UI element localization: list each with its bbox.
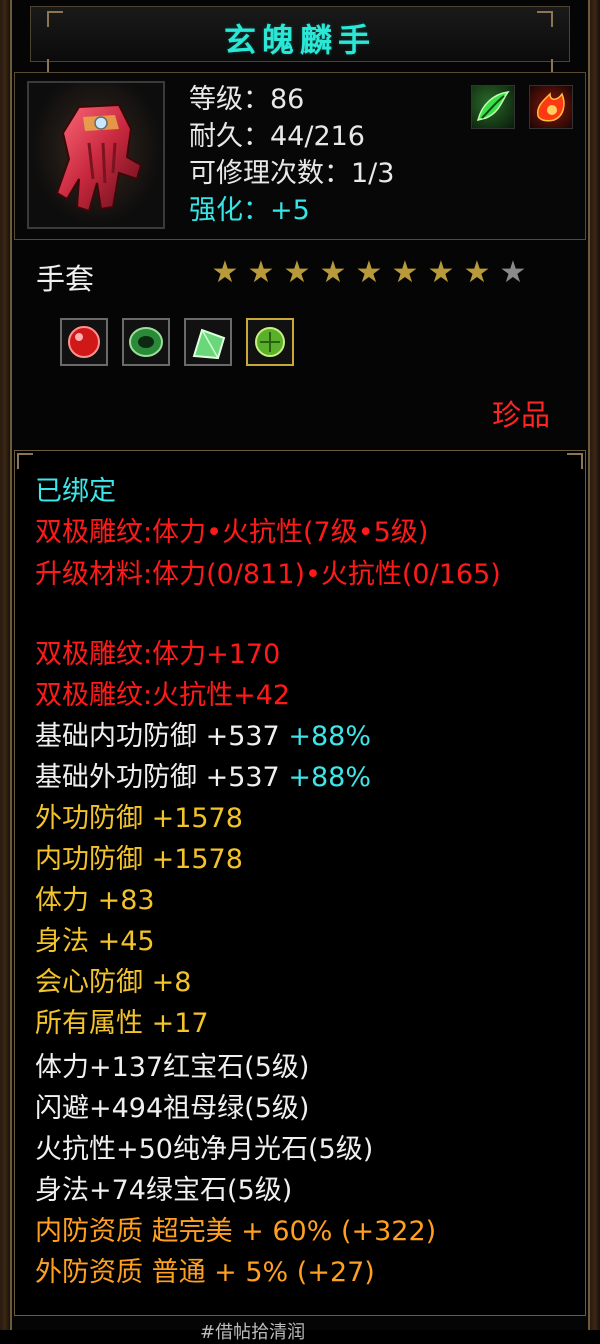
ruby-shape	[68, 326, 100, 358]
rarity-label: 珍品	[491, 398, 550, 432]
item-type: 手套	[36, 262, 95, 296]
carving-line: 双极雕纹:体力+170	[35, 639, 281, 670]
attribute-panel: 已绑定 双极雕纹:体力•火抗性(7级•5级) 升级材料:体力(0/811)•火抗…	[14, 450, 586, 1316]
star-filled-icon: ★	[391, 255, 419, 290]
left-border	[0, 0, 10, 1330]
repair-count-stat: 可修理次数：1/3	[189, 158, 395, 189]
all-attr-line: 所有属性 +17	[35, 1008, 209, 1039]
gem-bonus-line: 身法+74绿宝石(5级)	[35, 1175, 293, 1206]
gem-bonus-line: 火抗性+50纯净月光石(5级)	[35, 1134, 374, 1165]
level-stat: 等级：86	[189, 84, 305, 115]
corner-ornament	[17, 453, 33, 469]
carving-line: 双极雕纹:火抗性+42	[35, 680, 291, 711]
red-flame-skill-icon[interactable]	[529, 85, 573, 129]
stamina-line: 体力 +83	[35, 885, 155, 916]
emerald-ring-gem-icon[interactable]	[122, 318, 170, 366]
gem-bonus-line: 体力+137红宝石(5级)	[35, 1052, 310, 1083]
outer-quality-line: 外防资质 普通 + 5% (+27)	[35, 1257, 375, 1288]
bound-status: 已绑定	[35, 476, 116, 507]
glove-icon	[55, 103, 143, 213]
star-filled-icon: ★	[283, 255, 311, 290]
emerald-ring-shape	[129, 327, 163, 357]
upgrade-material-line: 升级材料:体力(0/811)•火抗性(0/165)	[35, 559, 501, 590]
star-empty-icon: ★	[499, 255, 527, 290]
star-filled-icon: ★	[211, 255, 239, 290]
star-filled-icon: ★	[319, 255, 347, 290]
outer-def-line: 外功防御 +1578	[35, 803, 243, 834]
green-gem-icon[interactable]	[246, 318, 294, 366]
base-inner-def-pct: +88%	[288, 721, 371, 752]
enhance-stat: 强化：+5	[189, 195, 310, 226]
footer-hint: #借帖拾清润	[200, 1322, 306, 1343]
crit-def-line: 会心防御 +8	[35, 967, 192, 998]
moonstone-shape	[192, 328, 226, 360]
moonstone-gem-icon[interactable]	[184, 318, 232, 366]
base-outer-def-pct: +88%	[288, 762, 371, 793]
durability-stat: 耐久：44/216	[189, 121, 365, 152]
right-border	[590, 0, 600, 1330]
carving-line: 双极雕纹:体力•火抗性(7级•5级)	[35, 517, 429, 548]
item-header: 等级：86 耐久：44/216 可修理次数：1/3 强化：+5	[14, 72, 586, 240]
base-inner-def-value: 基础内功防御 +537	[35, 721, 280, 752]
title-bar: 玄魄麟手	[30, 6, 570, 75]
green-leaf-skill-icon[interactable]	[471, 85, 515, 129]
base-outer-def-line: 基础外功防御 +537 +88%	[35, 761, 575, 795]
base-inner-def-line: 基础内功防御 +537 +88%	[35, 720, 575, 754]
star-filled-icon: ★	[355, 255, 383, 290]
star-filled-icon: ★	[427, 255, 455, 290]
inner-quality-line: 内防资质 超完美 + 60% (+322)	[35, 1216, 437, 1247]
base-outer-def-value: 基础外功防御 +537	[35, 762, 280, 793]
corner-ornament	[567, 453, 583, 469]
inner-def-line: 内功防御 +1578	[35, 844, 243, 875]
green-gem-shape	[255, 327, 285, 357]
agility-line: 身法 +45	[35, 926, 155, 957]
star-filled-icon: ★	[247, 255, 275, 290]
gem-bonus-line: 闪避+494祖母绿(5级)	[35, 1093, 310, 1124]
star-filled-icon: ★	[463, 255, 491, 290]
flame-icon	[536, 92, 565, 122]
leaf-icon	[476, 91, 510, 122]
item-title: 玄魄麟手	[223, 21, 376, 59]
ruby-gem-icon[interactable]	[60, 318, 108, 366]
item-icon[interactable]	[27, 81, 165, 229]
item-tooltip: 玄魄麟手 等级：86 耐久：44/216 可修理次数：1/3 强化：+5 手套 …	[0, 0, 600, 1343]
